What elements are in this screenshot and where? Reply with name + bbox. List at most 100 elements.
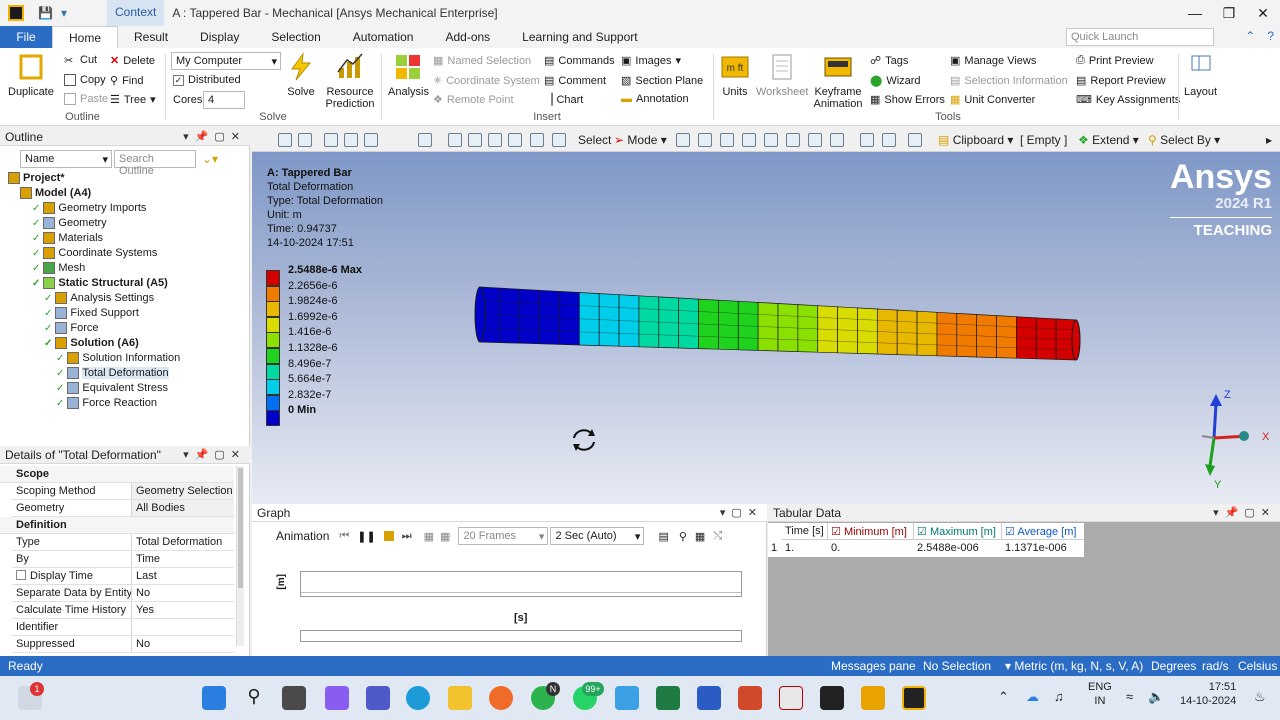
checkbox-checked-icon[interactable]: ☑ <box>1005 526 1015 538</box>
time-column-header[interactable]: Time [s] <box>782 523 828 540</box>
details-row-separate-data-by-entity[interactable]: Separate Data by Entity No <box>12 585 234 602</box>
pdf-reader-icon[interactable] <box>779 686 803 710</box>
snipping-tool-icon[interactable] <box>861 686 885 710</box>
stop-icon[interactable] <box>383 531 394 541</box>
worksheet-button[interactable]: Worksheet <box>756 52 808 98</box>
export-video-icon[interactable]: ▤ <box>658 530 668 543</box>
tree-item-fixed-support[interactable]: ✓ Fixed Support <box>44 307 139 319</box>
maximum-cell[interactable]: 2.5488e-006 <box>914 540 1002 556</box>
edge-icon[interactable] <box>406 686 430 710</box>
tree-item-static-structural-a5[interactable]: ✓ Static Structural (A5) <box>32 277 168 289</box>
duration-select[interactable]: 2 Sec (Auto) ▾ <box>550 527 645 545</box>
pause-icon[interactable]: ❚❚ <box>357 530 375 543</box>
graph-plot-area[interactable] <box>300 571 742 597</box>
task-view-icon[interactable] <box>282 686 306 710</box>
edges-icon[interactable] <box>364 133 378 147</box>
panel-controls[interactable]: ▾📌▢✕ <box>1213 506 1276 519</box>
details-row-suppressed[interactable]: Suppressed No <box>12 636 234 653</box>
tab-home[interactable]: Home <box>52 26 119 48</box>
mode-button[interactable]: ➢ Mode ▾ <box>614 133 667 147</box>
tab-file[interactable]: File <box>0 26 52 48</box>
graph-tool-icon[interactable]: ⤭ <box>713 530 722 543</box>
language-indicator[interactable]: ENG IN <box>1088 680 1112 708</box>
unit-converter-button[interactable]: ▦ Unit Converter <box>950 93 1035 107</box>
key-assignments-button[interactable]: ⌨ Key Assignments <box>1076 93 1180 107</box>
comment-button[interactable]: ▤ Comment <box>544 74 606 88</box>
previous-view-icon[interactable] <box>552 133 566 147</box>
vertex-select-icon[interactable] <box>676 133 690 147</box>
ansys-mechanical-taskbar-icon[interactable] <box>902 686 926 710</box>
details-value[interactable]: Last <box>132 568 234 584</box>
select-by-button[interactable]: ⚲ Select By ▾ <box>1148 133 1220 147</box>
images-button[interactable]: ▣ Images ▾ <box>621 54 681 68</box>
word-icon[interactable] <box>697 686 721 710</box>
scope-section-header[interactable]: Scope <box>0 466 234 483</box>
tree-item-analysis-settings[interactable]: ✓ Analysis Settings <box>44 292 154 304</box>
tray-overflow-icon[interactable]: ⌃ <box>998 690 1009 704</box>
rewind-icon[interactable]: ⏮ <box>339 530 349 543</box>
maximum-column-header[interactable]: ☑ Maximum [m] <box>914 523 1002 540</box>
tree-item-project[interactable]: Project* <box>8 172 65 184</box>
zoom-graph-icon[interactable]: ⚲ <box>679 530 687 543</box>
explode-icon[interactable] <box>860 133 874 147</box>
details-row-by[interactable]: By Time <box>12 551 234 568</box>
select-button[interactable]: Select <box>578 133 611 147</box>
element-select-icon[interactable] <box>786 133 800 147</box>
checkbox-checked-icon[interactable]: ☑ <box>917 526 927 538</box>
wizard-button[interactable]: ⬤ Wizard <box>870 74 921 88</box>
clipboard-button[interactable]: ▤ Clipboard ▾ <box>938 133 1013 147</box>
minimum-column-header[interactable]: ☑ Minimum [m] <box>828 523 914 540</box>
average-column-header[interactable]: ☑ Average [m] <box>1002 523 1084 540</box>
details-row-calculate-time-history[interactable]: Calculate Time History Yes <box>12 602 234 619</box>
clock[interactable]: 17:51 14-10-2024 <box>1180 680 1236 708</box>
hide-icon[interactable] <box>882 133 896 147</box>
magnifier-icon[interactable] <box>530 133 544 147</box>
photos-icon[interactable] <box>615 686 639 710</box>
powerpoint-icon[interactable] <box>738 686 762 710</box>
details-value[interactable]: Total Deformation <box>132 534 234 550</box>
details-value[interactable] <box>132 619 234 635</box>
temperature-unit[interactable]: Celsius <box>1238 659 1277 673</box>
solve-button[interactable]: Solve <box>286 52 316 98</box>
angle-unit[interactable]: Degrees <box>1151 659 1196 673</box>
panel-controls[interactable]: ▾▢✕ <box>720 506 763 519</box>
section-plane-button[interactable]: ▧ Section Plane <box>621 74 703 88</box>
annotation-button[interactable]: ▬ Annotation <box>621 93 689 105</box>
paste-button[interactable]: Paste <box>64 93 108 105</box>
panel-controls[interactable]: ▾📌▢✕ <box>183 130 246 143</box>
tree-item-model-a4[interactable]: Model (A4) <box>20 187 91 199</box>
distributed-frames-icon[interactable]: ▦ <box>440 530 450 543</box>
collapse-ribbon-icon[interactable]: ⌃ <box>1245 29 1255 43</box>
tree-item-equivalent-stress[interactable]: ✓ Equivalent Stress <box>56 382 168 394</box>
body-select-icon[interactable] <box>742 133 756 147</box>
copy-button[interactable]: Copy <box>64 74 106 86</box>
graph-bars-icon[interactable]: ▦ <box>695 530 705 543</box>
tree-item-force-reaction[interactable]: ✓ Force Reaction <box>56 397 157 409</box>
show-errors-button[interactable]: ▦ Show Errors <box>870 93 945 107</box>
tab-learning-and-support[interactable]: Learning and Support <box>506 26 653 48</box>
parameter-checkbox[interactable] <box>16 570 26 580</box>
frames-select[interactable]: 20 Frames ▾ <box>458 527 549 545</box>
tab-result[interactable]: Result <box>118 26 184 48</box>
excel-icon[interactable] <box>656 686 680 710</box>
microphone-icon[interactable]: ♫ <box>1054 690 1064 704</box>
axis-triad[interactable]: Z X Y <box>1186 384 1280 492</box>
help-icon[interactable]: ? <box>1267 29 1274 43</box>
tree-item-mesh[interactable]: ✓ Mesh <box>32 262 85 274</box>
pan-icon[interactable] <box>448 133 462 147</box>
frame-icon[interactable]: ▦ <box>424 530 434 543</box>
commands-button[interactable]: ▤ Commands <box>544 54 615 68</box>
details-row-type[interactable]: Type Total Deformation <box>12 534 234 551</box>
wireframe-icon[interactable] <box>344 133 358 147</box>
quick-launch-input[interactable]: Quick Launch <box>1066 28 1214 46</box>
units-button[interactable]: m ft Units <box>720 52 750 98</box>
computer-select[interactable]: My Computer ▾ <box>171 52 281 70</box>
tree-item-coordinate-systems[interactable]: ✓ Coordinate Systems <box>32 247 157 259</box>
report-preview-button[interactable]: ▤ Report Preview <box>1076 74 1166 88</box>
volume-icon[interactable]: 🔈 <box>1148 690 1164 704</box>
cut-button[interactable]: ✂ Cut <box>64 54 97 67</box>
filter-chevron-icon[interactable]: ⌄▾ <box>202 152 218 166</box>
details-value[interactable]: Yes <box>132 602 234 618</box>
layout-button[interactable]: Layout <box>1184 52 1217 98</box>
tab-selection[interactable]: Selection <box>255 26 336 48</box>
